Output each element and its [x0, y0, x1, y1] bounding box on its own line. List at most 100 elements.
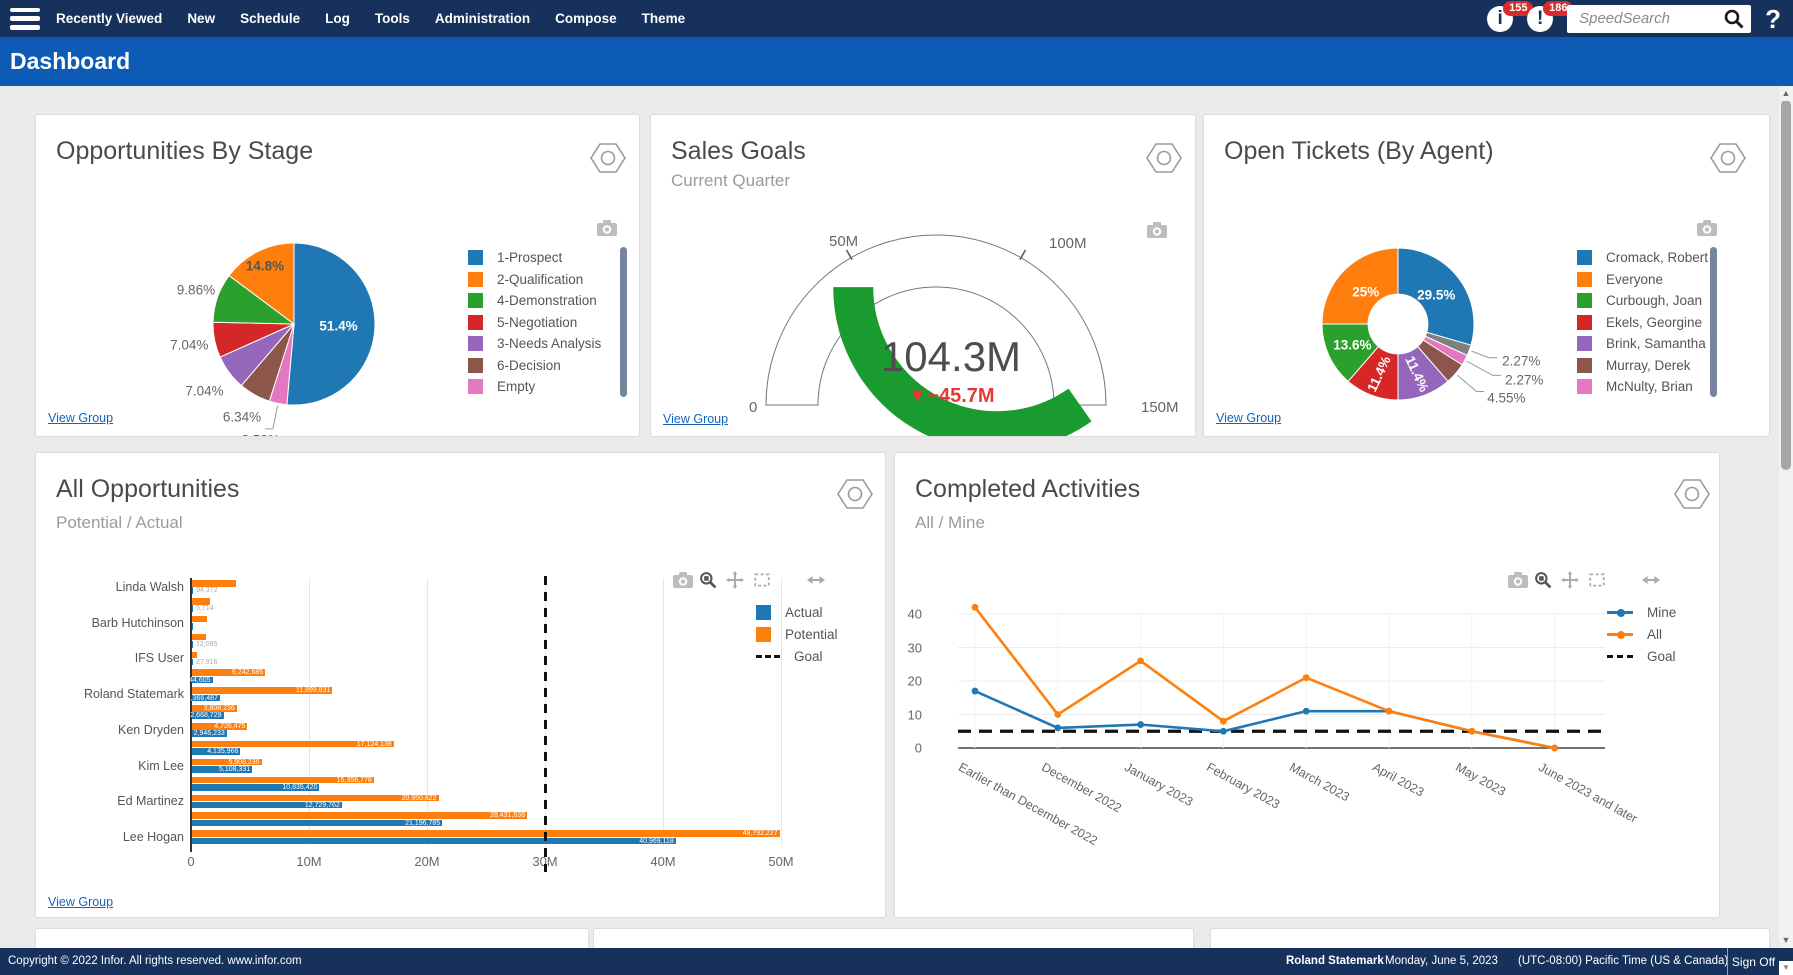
legend-item[interactable]: Goal: [1607, 649, 1676, 664]
legend-item[interactable]: Goal: [756, 649, 823, 664]
lasso-select-icon[interactable]: [780, 571, 798, 589]
zoom-icon[interactable]: [699, 571, 717, 589]
legend-scrollbar[interactable]: [620, 247, 627, 397]
bar-potential[interactable]: [192, 652, 197, 659]
scrollbar-down-arrow[interactable]: ▼: [1779, 933, 1793, 948]
lasso-select-icon[interactable]: [1615, 571, 1633, 589]
page-title-bar: Dashboard: [0, 37, 1793, 86]
legend-item[interactable]: Actual: [756, 605, 823, 620]
help-icon[interactable]: ?: [1765, 6, 1781, 32]
box-select-icon[interactable]: [753, 571, 771, 589]
nav-item-theme[interactable]: Theme: [642, 11, 686, 26]
bar-actual[interactable]: [192, 659, 193, 666]
widget-settings-icon[interactable]: [1673, 477, 1711, 511]
search-icon[interactable]: [1723, 8, 1745, 30]
bar-category-label: Lee Hogan: [38, 830, 184, 844]
legend-item[interactable]: Curbough, Joan: [1577, 293, 1702, 308]
legend-item[interactable]: Cromack, Robert: [1577, 250, 1708, 265]
pan-icon[interactable]: [1561, 571, 1579, 589]
pie-slice-label: 51.4%: [319, 318, 357, 333]
bar-potential[interactable]: [192, 634, 206, 641]
hamburger-menu-icon[interactable]: [10, 8, 40, 30]
legend-item[interactable]: Potential: [756, 627, 838, 642]
bar-potential[interactable]: [192, 580, 236, 587]
alert-notifications-icon[interactable]: ! 186: [1527, 6, 1553, 32]
footer-timezone: (UTC-08:00) Pacific Time (US & Canada): [1518, 955, 1728, 967]
nav-item-administration[interactable]: Administration: [435, 11, 530, 26]
camera-snapshot-icon[interactable]: [1696, 219, 1718, 237]
sign-off-button[interactable]: Sign Off: [1727, 948, 1779, 975]
legend-item[interactable]: Brink, Samantha: [1577, 336, 1706, 351]
legend-item[interactable]: McNulty, Brian: [1577, 379, 1693, 394]
x-axis-tick-label: 40M: [650, 854, 675, 869]
nav-item-recently-viewed[interactable]: Recently Viewed: [56, 11, 162, 26]
info-notifications-icon[interactable]: i 155: [1487, 6, 1513, 32]
legend-scrollbar[interactable]: [1710, 247, 1717, 397]
nav-item-compose[interactable]: Compose: [555, 11, 617, 26]
footer-date: Monday, June 5, 2023: [1385, 955, 1498, 967]
camera-icon[interactable]: [672, 571, 690, 589]
legend-item[interactable]: Mine: [1607, 605, 1676, 620]
scrollbar-up-arrow[interactable]: ▲: [1779, 86, 1793, 101]
reset-axes-icon[interactable]: [1669, 571, 1687, 589]
pie-slice-label: 14.8%: [246, 259, 284, 274]
bar-potential[interactable]: [192, 812, 527, 819]
reset-axes-icon[interactable]: [834, 571, 852, 589]
bar-actual[interactable]: [192, 587, 193, 594]
autoscale-icon[interactable]: [807, 571, 825, 589]
legend-item[interactable]: 2-Qualification: [468, 272, 583, 287]
view-group-link[interactable]: View Group: [48, 895, 113, 909]
bar-actual[interactable]: [192, 838, 676, 845]
x-axis-tick-label: April 2023: [1370, 760, 1426, 800]
dashboard-screen: Recently Viewed New Schedule Log Tools Admini…: [0, 0, 1793, 975]
widget-subtitle: Potential / Actual: [56, 513, 183, 533]
legend-swatch: [468, 293, 483, 308]
widget-settings-icon[interactable]: [1709, 141, 1747, 175]
bar-value-label: 1,744,605: [179, 677, 210, 684]
legend-item[interactable]: Ekels, Georgine: [1577, 315, 1702, 330]
autoscale-icon[interactable]: [1642, 571, 1660, 589]
legend-item[interactable]: 1-Prospect: [468, 250, 562, 265]
bar-actual[interactable]: [192, 605, 193, 612]
legend-item[interactable]: 6-Decision: [468, 358, 561, 373]
camera-icon[interactable]: [1507, 571, 1525, 589]
bar-category-label: Ed Martinez: [38, 794, 184, 808]
page-scrollbar-thumb[interactable]: [1781, 100, 1791, 470]
y-axis-tick-label: 40: [895, 607, 922, 622]
zoom-icon[interactable]: [1534, 571, 1552, 589]
legend-item[interactable]: 4-Demonstration: [468, 293, 597, 308]
legend-label: Actual: [785, 605, 823, 620]
nav-item-tools[interactable]: Tools: [375, 11, 410, 26]
bar-actual[interactable]: [192, 641, 193, 648]
legend-item[interactable]: Empty: [468, 379, 535, 394]
legend-label: Curbough, Joan: [1606, 293, 1702, 308]
pie-slice-label: 6.34%: [223, 410, 261, 425]
nav-item-schedule[interactable]: Schedule: [240, 11, 300, 26]
legend-item[interactable]: All: [1607, 627, 1662, 642]
box-select-icon[interactable]: [1588, 571, 1606, 589]
bar-potential[interactable]: [192, 830, 780, 837]
camera-snapshot-icon[interactable]: [596, 219, 618, 237]
bar-category-label: IFS User: [38, 651, 184, 665]
legend-swatch: [1577, 272, 1592, 287]
legend-item[interactable]: Murray, Derek: [1577, 358, 1691, 373]
partial-widget: [35, 928, 589, 950]
nav-item-new[interactable]: New: [187, 11, 215, 26]
widget-settings-icon[interactable]: [589, 141, 627, 175]
pan-icon[interactable]: [726, 571, 744, 589]
view-group-link[interactable]: View Group: [1216, 411, 1281, 425]
y-axis-tick-label: 0: [895, 741, 922, 756]
view-group-link[interactable]: View Group: [48, 411, 113, 425]
widget-settings-icon[interactable]: [836, 477, 874, 511]
legend-label: Brink, Samantha: [1606, 336, 1706, 351]
bar-potential[interactable]: [192, 616, 207, 623]
legend-item[interactable]: Everyone: [1577, 272, 1663, 287]
legend-item[interactable]: 5-Negotiation: [468, 315, 577, 330]
gauge-max-label: 150M: [1141, 399, 1179, 416]
footer-user: Roland Statemark: [1286, 955, 1384, 967]
x-axis-tick-label: May 2023: [1453, 760, 1508, 799]
bar-potential[interactable]: [192, 598, 210, 605]
bar-actual[interactable]: [192, 623, 193, 630]
nav-item-log[interactable]: Log: [325, 11, 350, 26]
legend-item[interactable]: 3-Needs Analysis: [468, 336, 601, 351]
